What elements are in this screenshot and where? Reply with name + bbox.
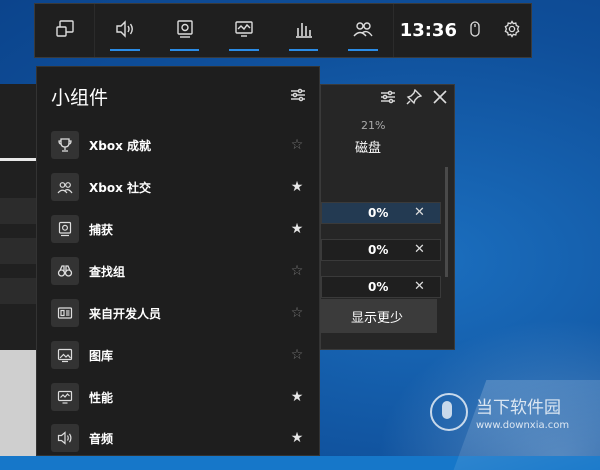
developer-icon <box>51 299 79 327</box>
widget-label: 查找组 <box>89 264 126 279</box>
scrollbar[interactable] <box>445 167 448 277</box>
widget-settings-button[interactable] <box>290 87 306 107</box>
close-icon[interactable] <box>432 89 448 109</box>
widget-item-audio[interactable]: 音频 ★ <box>51 421 307 455</box>
monitor-chart-icon <box>234 19 254 43</box>
divider <box>392 4 394 57</box>
trophy-icon <box>51 131 79 159</box>
game-bar: 13:36 <box>34 3 532 58</box>
disk-percent: 21% <box>361 119 386 132</box>
background-row <box>0 278 36 304</box>
widget-menu-button[interactable] <box>35 4 94 57</box>
background-row <box>0 198 36 224</box>
widget-menu-icon <box>55 19 75 43</box>
widget-label: 音频 <box>89 431 114 446</box>
star-filled-icon[interactable]: ★ <box>287 179 307 195</box>
performance-button[interactable] <box>214 4 273 57</box>
gallery-icon <box>51 341 79 369</box>
mouse-button[interactable] <box>456 4 494 57</box>
settings-sliders-icon <box>290 88 306 107</box>
resource-value: 0% <box>368 206 389 220</box>
capture-button[interactable] <box>155 4 214 57</box>
bar-chart-icon <box>294 19 314 43</box>
background-window <box>0 84 36 350</box>
resource-value: 0% <box>368 280 389 294</box>
widget-label: 图库 <box>89 348 114 363</box>
watermark-url: www.downxia.com <box>476 420 570 431</box>
disk-label: 磁盘 <box>355 141 382 156</box>
monitor-chart-icon <box>51 383 79 411</box>
widget-item-from-developers[interactable]: 来自开发人员 ☆ <box>51 296 307 330</box>
resource-row[interactable]: 0% ✕ <box>321 202 441 224</box>
gear-icon <box>503 19 521 42</box>
watermark-name: 当下软件园 <box>476 398 561 418</box>
audio-button[interactable] <box>95 4 154 57</box>
background-row <box>0 238 36 264</box>
widget-label: 捕获 <box>89 222 114 237</box>
widget-label: Xbox 社交 <box>89 180 152 195</box>
remove-icon[interactable]: ✕ <box>414 242 425 257</box>
xbox-social-button[interactable] <box>333 4 392 57</box>
settings-sliders-icon[interactable] <box>380 89 396 109</box>
widget-item-xbox-social[interactable]: Xbox 社交 ★ <box>51 170 307 204</box>
speaker-icon <box>51 424 79 452</box>
widget-menu: 小组件 Xbox 成就 ☆ Xbox 社交 ★ 捕获 ★ 查找组 ☆ 来自开发人… <box>36 66 320 456</box>
capture-icon <box>175 19 195 43</box>
widget-item-performance[interactable]: 性能 ★ <box>51 380 307 414</box>
widget-item-xbox-achievements[interactable]: Xbox 成就 ☆ <box>51 128 307 162</box>
widget-label: 来自开发人员 <box>89 306 162 321</box>
resource-row[interactable]: 0% ✕ <box>321 276 441 298</box>
star-outline-icon[interactable]: ☆ <box>287 305 307 321</box>
widget-item-capture[interactable]: 捕获 ★ <box>51 212 307 246</box>
settings-button[interactable] <box>493 4 531 57</box>
widget-item-gallery[interactable]: 图库 ☆ <box>51 338 307 372</box>
tab-underline <box>0 158 36 161</box>
resources-button[interactable] <box>274 4 333 57</box>
remove-icon[interactable]: ✕ <box>414 279 425 294</box>
widget-menu-title: 小组件 <box>51 87 109 109</box>
show-less-button[interactable]: 显示更少 <box>317 299 437 333</box>
star-filled-icon[interactable]: ★ <box>287 221 307 237</box>
star-outline-icon[interactable]: ☆ <box>287 263 307 279</box>
star-outline-icon[interactable]: ☆ <box>287 137 307 153</box>
widget-label: Xbox 成就 <box>89 138 152 153</box>
remove-icon[interactable]: ✕ <box>414 205 425 220</box>
widget-label: 性能 <box>89 390 114 405</box>
mouse-icon <box>466 20 484 42</box>
people-icon <box>51 173 79 201</box>
star-outline-icon[interactable]: ☆ <box>287 347 307 363</box>
resource-row[interactable]: 0% ✕ <box>321 239 441 261</box>
background-window-light <box>0 350 36 456</box>
resource-value: 0% <box>368 243 389 257</box>
clock: 13:36 <box>399 20 457 41</box>
watermark-logo-icon <box>430 393 468 431</box>
people-icon <box>353 19 373 43</box>
star-filled-icon[interactable]: ★ <box>287 430 307 446</box>
widget-item-looking-for-group[interactable]: 查找组 ☆ <box>51 254 307 288</box>
resources-panel: 21% 磁盘 0% ✕ 0% ✕ 0% ✕ 显示更少 <box>317 84 455 350</box>
watermark: 当下软件园 www.downxia.com <box>430 393 569 431</box>
capture-icon <box>51 215 79 243</box>
pin-icon[interactable] <box>406 88 423 109</box>
star-filled-icon[interactable]: ★ <box>287 389 307 405</box>
speaker-icon <box>115 19 135 43</box>
binoculars-icon <box>51 257 79 285</box>
